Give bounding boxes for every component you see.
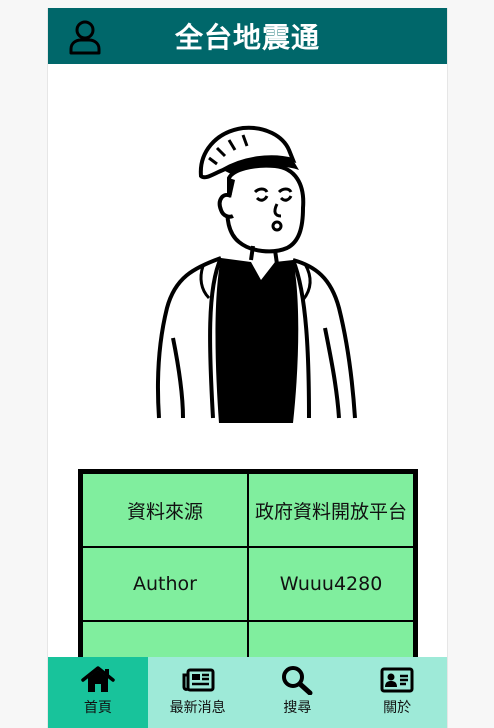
home-icon xyxy=(81,665,115,695)
person-illustration xyxy=(155,125,357,423)
search-icon xyxy=(280,665,314,695)
table-row: Author Wuuu4280 xyxy=(79,546,417,622)
tab-about-label: 關於 xyxy=(383,700,412,716)
source-value-cell: 政府資料開放平台 xyxy=(247,470,417,548)
table-row: 資料來源 政府資料開放平台 xyxy=(79,470,417,548)
tab-about[interactable]: 關於 xyxy=(347,657,447,728)
app-screen: 全台地震通 資料來源 政府資料開放平台 Author Wuuu4280 首頁 最… xyxy=(47,8,448,728)
author-value-cell: Wuuu4280 xyxy=(247,546,417,622)
tab-search[interactable]: 搜尋 xyxy=(248,657,348,728)
tab-home[interactable]: 首頁 xyxy=(48,657,148,728)
tab-search-label: 搜尋 xyxy=(283,700,312,716)
app-header: 全台地震通 xyxy=(48,8,447,64)
id-card-icon xyxy=(380,665,414,695)
tab-news[interactable]: 最新消息 xyxy=(148,657,248,728)
bottom-tab-bar: 首頁 最新消息 搜尋 關於 xyxy=(48,657,447,728)
newspaper-icon xyxy=(181,665,215,695)
author-label-cell: Author xyxy=(79,546,249,622)
source-label-cell: 資料來源 xyxy=(79,470,249,548)
tab-home-label: 首頁 xyxy=(83,700,112,716)
app-title: 全台地震通 xyxy=(174,21,320,54)
tab-news-label: 最新消息 xyxy=(169,700,226,716)
